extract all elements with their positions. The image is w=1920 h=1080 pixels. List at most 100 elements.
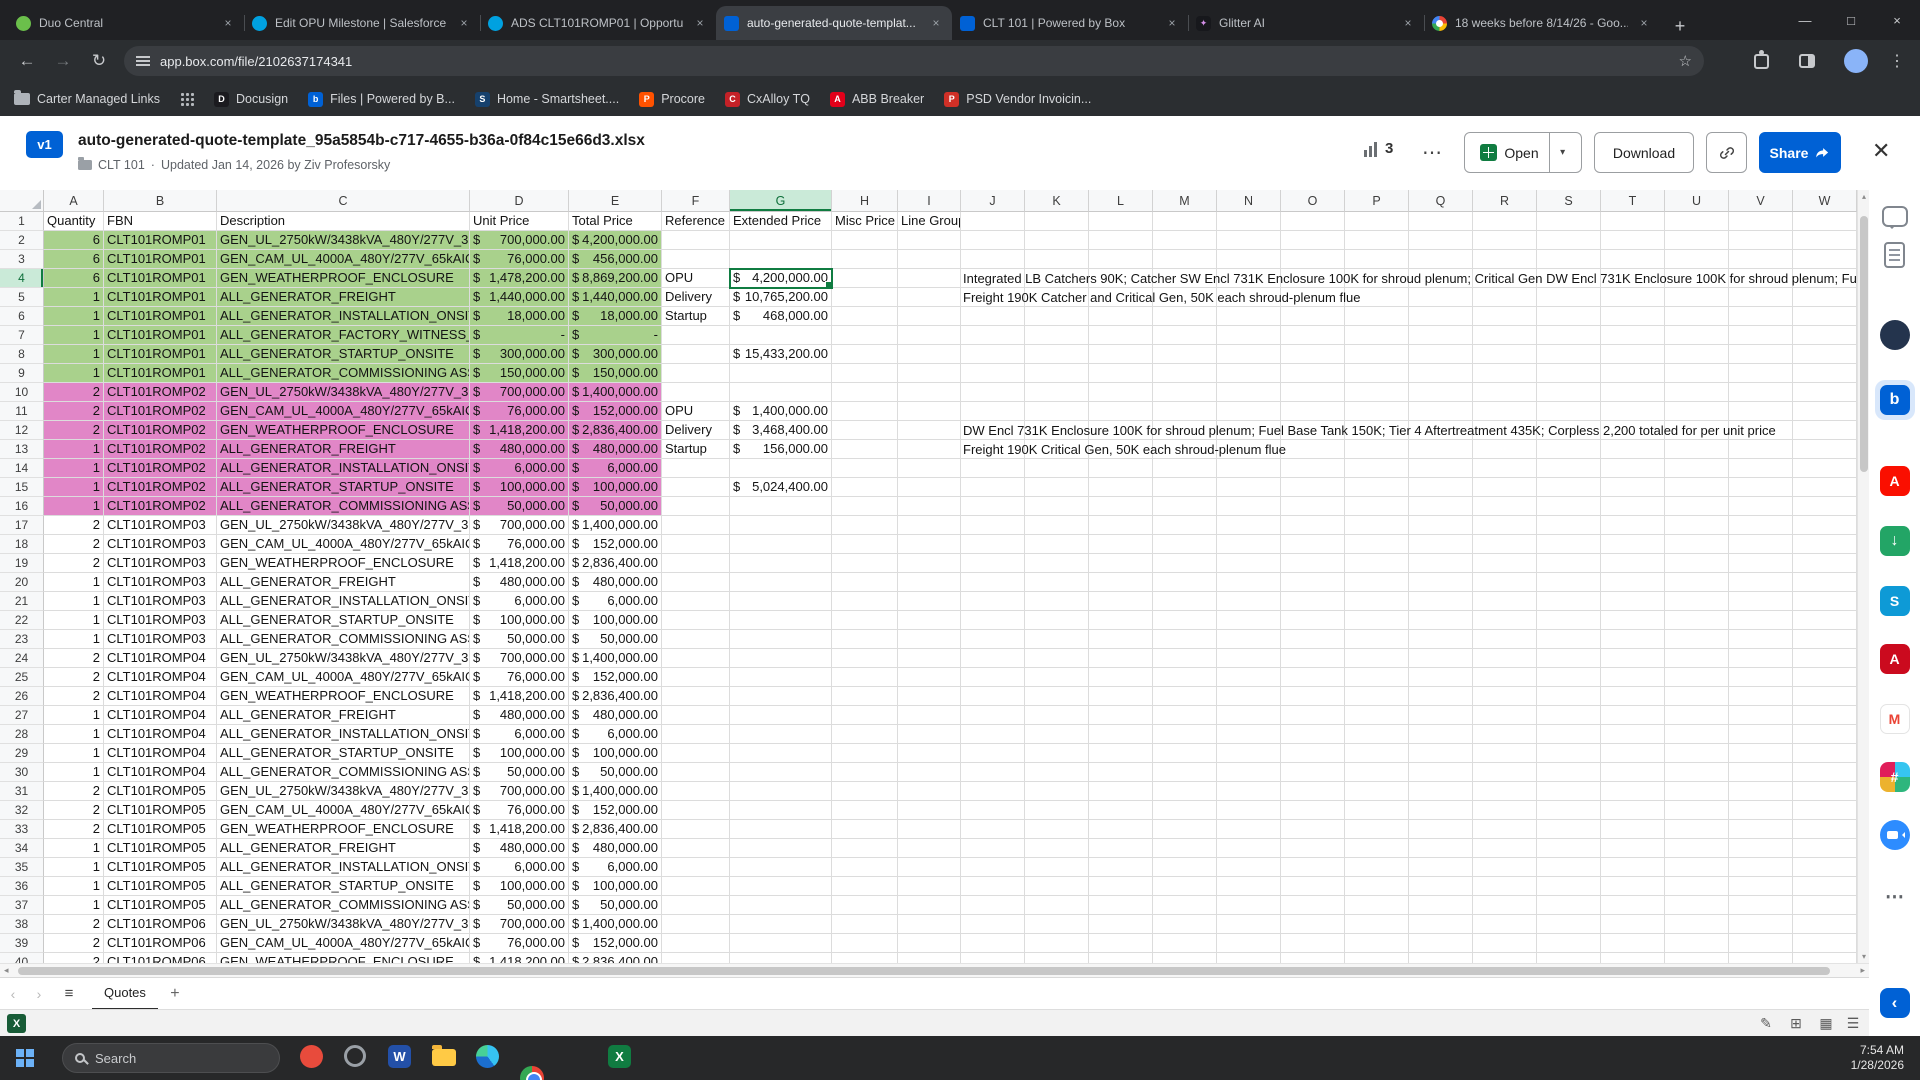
cell-B17[interactable]: CLT101ROMP03 xyxy=(104,516,217,535)
cell-H18[interactable] xyxy=(832,535,898,554)
col-header-K[interactable]: K xyxy=(1025,190,1089,212)
open-split-button[interactable]: Open ▾ xyxy=(1464,132,1582,173)
cell-E33[interactable]: $2,836,400.00 xyxy=(569,820,662,839)
cell-I40[interactable] xyxy=(898,953,961,963)
cell-L36[interactable] xyxy=(1089,877,1153,896)
cell-P33[interactable] xyxy=(1345,820,1409,839)
col-header-I[interactable]: I xyxy=(898,190,961,212)
cell-W9[interactable] xyxy=(1793,364,1857,383)
cell-F1[interactable]: Reference xyxy=(662,212,730,231)
cell-K24[interactable] xyxy=(1025,649,1089,668)
cell-U34[interactable] xyxy=(1665,839,1729,858)
taskbar-app-edge[interactable] xyxy=(476,1045,499,1068)
cell-R35[interactable] xyxy=(1473,858,1537,877)
cell-J14[interactable] xyxy=(961,459,1025,478)
cell-A14[interactable]: 1 xyxy=(44,459,104,478)
cell-Q34[interactable] xyxy=(1409,839,1473,858)
col-header-U[interactable]: U xyxy=(1665,190,1729,212)
cell-J20[interactable] xyxy=(961,573,1025,592)
cell-K18[interactable] xyxy=(1025,535,1089,554)
cell-A30[interactable]: 1 xyxy=(44,763,104,782)
cell-I33[interactable] xyxy=(898,820,961,839)
cell-R28[interactable] xyxy=(1473,725,1537,744)
horizontal-scroll-thumb[interactable] xyxy=(18,967,1830,975)
cell-W24[interactable] xyxy=(1793,649,1857,668)
cell-B4[interactable]: CLT101ROMP01 xyxy=(104,269,217,288)
cell-I36[interactable] xyxy=(898,877,961,896)
cell-W7[interactable] xyxy=(1793,326,1857,345)
cell-K22[interactable] xyxy=(1025,611,1089,630)
taskbar-search[interactable]: Search xyxy=(62,1043,280,1073)
cell-S37[interactable] xyxy=(1537,896,1601,915)
cell-J18[interactable] xyxy=(961,535,1025,554)
cell-D19[interactable]: $1,418,200.00 xyxy=(470,554,569,573)
cell-I2[interactable] xyxy=(898,231,961,250)
window-maximize-button[interactable]: □ xyxy=(1828,0,1874,40)
cell-H3[interactable] xyxy=(832,250,898,269)
cell-U8[interactable] xyxy=(1665,345,1729,364)
cell-G17[interactable] xyxy=(730,516,832,535)
cell-W14[interactable] xyxy=(1793,459,1857,478)
cell-R5[interactable] xyxy=(1473,288,1537,307)
col-header-G[interactable]: G xyxy=(730,190,832,212)
cell-P20[interactable] xyxy=(1345,573,1409,592)
cell-W15[interactable] xyxy=(1793,478,1857,497)
cell-V31[interactable] xyxy=(1729,782,1793,801)
cell-N26[interactable] xyxy=(1217,687,1281,706)
cell-F18[interactable] xyxy=(662,535,730,554)
row-header-22[interactable]: 22 xyxy=(0,611,44,630)
cell-W16[interactable] xyxy=(1793,497,1857,516)
cell-O33[interactable] xyxy=(1281,820,1345,839)
cell-N19[interactable] xyxy=(1217,554,1281,573)
cell-Q26[interactable] xyxy=(1409,687,1473,706)
cell-A2[interactable]: 6 xyxy=(44,231,104,250)
cell-V39[interactable] xyxy=(1729,934,1793,953)
tab-close-icon[interactable]: × xyxy=(1636,15,1652,31)
cell-D28[interactable]: $6,000.00 xyxy=(470,725,569,744)
row-header-12[interactable]: 12 xyxy=(0,421,44,440)
cell-B35[interactable]: CLT101ROMP05 xyxy=(104,858,217,877)
cell-P22[interactable] xyxy=(1345,611,1409,630)
cell-D14[interactable]: $6,000.00 xyxy=(470,459,569,478)
cell-U32[interactable] xyxy=(1665,801,1729,820)
cell-M18[interactable] xyxy=(1153,535,1217,554)
row-header-10[interactable]: 10 xyxy=(0,383,44,402)
cell-H28[interactable] xyxy=(832,725,898,744)
cell-Q35[interactable] xyxy=(1409,858,1473,877)
cell-V8[interactable] xyxy=(1729,345,1793,364)
parent-folder-link[interactable]: CLT 101 xyxy=(98,158,145,172)
cell-W8[interactable] xyxy=(1793,345,1857,364)
cell-K9[interactable] xyxy=(1025,364,1089,383)
cell-W17[interactable] xyxy=(1793,516,1857,535)
cell-U38[interactable] xyxy=(1665,915,1729,934)
bookmark-item[interactable]: bFiles | Powered by B... xyxy=(308,92,455,107)
cell-P37[interactable] xyxy=(1345,896,1409,915)
cell-B24[interactable]: CLT101ROMP04 xyxy=(104,649,217,668)
cell-N20[interactable] xyxy=(1217,573,1281,592)
cell-G25[interactable] xyxy=(730,668,832,687)
cell-Q13[interactable] xyxy=(1409,440,1473,459)
cell-D36[interactable]: $100,000.00 xyxy=(470,877,569,896)
cell-G26[interactable] xyxy=(730,687,832,706)
sheet-next-icon[interactable]: › xyxy=(26,986,52,1002)
cell-A25[interactable]: 2 xyxy=(44,668,104,687)
cell-W29[interactable] xyxy=(1793,744,1857,763)
cell-V21[interactable] xyxy=(1729,592,1793,611)
forward-icon[interactable]: → xyxy=(50,48,76,74)
cell-P40[interactable] xyxy=(1345,953,1409,963)
cell-D27[interactable]: $480,000.00 xyxy=(470,706,569,725)
cell-K28[interactable] xyxy=(1025,725,1089,744)
cell-S23[interactable] xyxy=(1537,630,1601,649)
cell-M10[interactable] xyxy=(1153,383,1217,402)
back-icon[interactable]: ← xyxy=(14,48,40,74)
cell-F33[interactable] xyxy=(662,820,730,839)
cell-D31[interactable]: $700,000.00 xyxy=(470,782,569,801)
cell-D20[interactable]: $480,000.00 xyxy=(470,573,569,592)
cell-E16[interactable]: $50,000.00 xyxy=(569,497,662,516)
cell-M26[interactable] xyxy=(1153,687,1217,706)
cell-S39[interactable] xyxy=(1537,934,1601,953)
cell-F11[interactable]: OPU xyxy=(662,402,730,421)
cell-R39[interactable] xyxy=(1473,934,1537,953)
cell-K20[interactable] xyxy=(1025,573,1089,592)
sidebar-app-download[interactable]: ↓ xyxy=(1869,526,1920,556)
